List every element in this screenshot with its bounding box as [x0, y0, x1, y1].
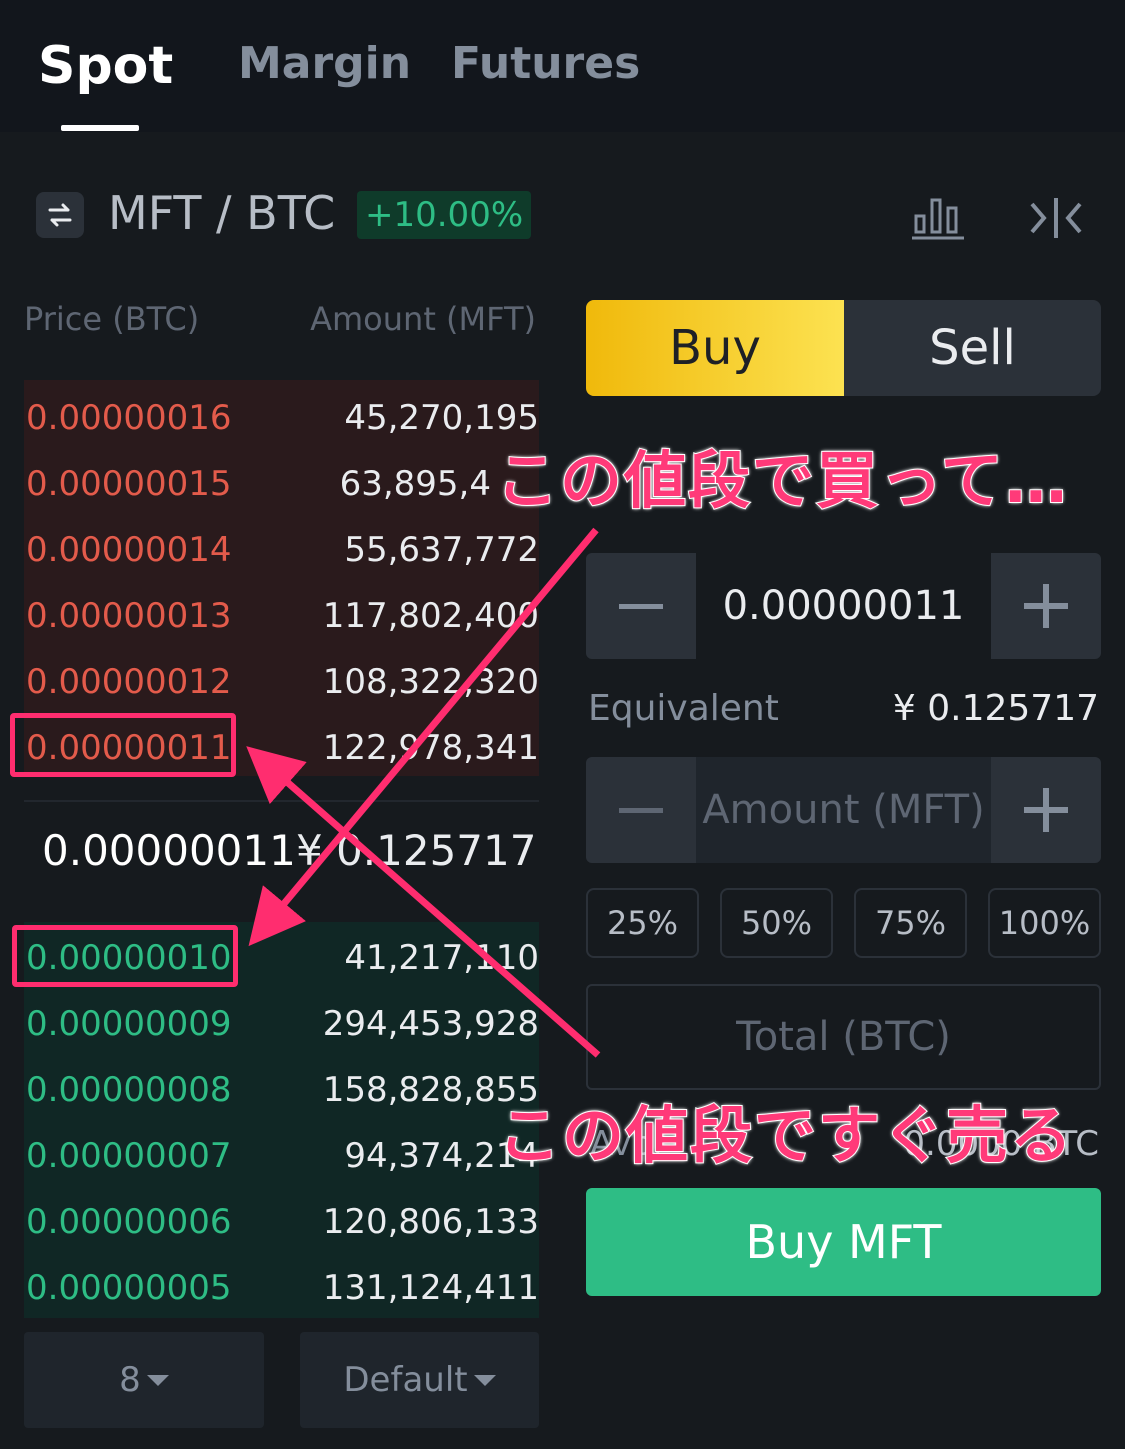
price-input[interactable]: 0.00000011: [696, 553, 991, 659]
bid-row[interactable]: 0.00000007 94,374,214: [24, 1122, 539, 1188]
amount-increment-button[interactable]: [991, 757, 1101, 863]
swap-icon: [48, 203, 72, 227]
price-decrement-button[interactable]: [586, 553, 696, 659]
mode-select[interactable]: Default: [300, 1332, 539, 1428]
ask-row[interactable]: 0.00000012 108,322,320: [24, 648, 539, 714]
percent-50-button[interactable]: 50%: [720, 888, 833, 958]
precision-value: 8: [119, 1360, 141, 1400]
last-price-fiat: ¥ 0.125717: [296, 826, 537, 875]
bid-price: 0.00000008: [26, 1070, 232, 1110]
ask-price: 0.00000014: [26, 530, 232, 570]
bid-amount: 120,806,133: [322, 1202, 539, 1242]
amount-input[interactable]: Amount (MFT): [696, 757, 991, 863]
trading-pair[interactable]: MFT / BTC: [108, 186, 335, 240]
buy-annotation: この値段で買って…: [495, 443, 1069, 518]
ask-price: 0.00000015: [26, 464, 232, 504]
ask-row[interactable]: 0.00000014 55,637,772: [24, 516, 539, 582]
caret-down-icon: [473, 1374, 496, 1386]
ask-amount: 117,802,400: [322, 596, 539, 636]
buy-tab[interactable]: Buy: [586, 300, 844, 396]
buy-mft-button[interactable]: Buy MFT: [586, 1188, 1101, 1296]
buy-sell-toggle: Buy Sell: [586, 300, 1101, 396]
bid-amount: 294,453,928: [322, 1004, 539, 1044]
ask-price: 0.00000013: [26, 596, 232, 636]
equivalent-label: Equivalent: [588, 688, 779, 729]
total-input[interactable]: Total (BTC): [586, 984, 1101, 1090]
highlight-bid-price: [12, 925, 238, 987]
plus-icon: [1024, 584, 1068, 628]
bid-price: 0.00000009: [26, 1004, 232, 1044]
mode-value: Default: [343, 1360, 468, 1400]
ask-row[interactable]: 0.00000015 63,895,4: [24, 450, 539, 516]
bid-row[interactable]: 0.00000008 158,828,855: [24, 1056, 539, 1122]
price-stepper: 0.00000011: [586, 553, 1101, 659]
ask-amount: 55,637,772: [344, 530, 539, 570]
bid-row[interactable]: 0.00000006 120,806,133: [24, 1188, 539, 1254]
sell-annotation: この値段ですぐ売る: [497, 1098, 1075, 1173]
ask-amount: 108,322,320: [322, 662, 539, 702]
ask-price: 0.00000012: [26, 662, 232, 702]
bid-amount: 41,217,110: [344, 938, 539, 978]
price-column-header: Price (BTC): [24, 300, 200, 338]
minus-icon: [619, 603, 663, 609]
minus-icon: [619, 807, 663, 813]
amount-stepper: Amount (MFT): [586, 757, 1101, 863]
equivalent-value: ¥ 0.125717: [892, 688, 1099, 729]
bid-amount: 131,124,411: [322, 1268, 539, 1308]
tab-margin[interactable]: Margin: [238, 38, 411, 89]
active-tab-indicator: [61, 125, 139, 131]
chart-icon[interactable]: [910, 194, 966, 242]
percent-25-button[interactable]: 25%: [586, 888, 699, 958]
last-price: 0.00000011: [42, 826, 296, 875]
amount-column-header: Amount (MFT): [310, 300, 536, 338]
tab-spot[interactable]: Spot: [38, 36, 173, 96]
ask-price: 0.00000016: [26, 398, 232, 438]
plus-icon: [1024, 788, 1068, 832]
swap-pair-button[interactable]: [36, 192, 84, 238]
bid-price: 0.00000006: [26, 1202, 232, 1242]
sell-tab[interactable]: Sell: [844, 300, 1101, 396]
collapse-icon[interactable]: [1028, 194, 1084, 242]
ask-row[interactable]: 0.00000013 117,802,400: [24, 582, 539, 648]
bid-price: 0.00000007: [26, 1136, 232, 1176]
highlight-ask-price: [10, 713, 236, 777]
tab-futures[interactable]: Futures: [451, 38, 640, 89]
price-change-badge: +10.00%: [357, 191, 532, 239]
bid-price: 0.00000005: [26, 1268, 232, 1308]
caret-down-icon: [146, 1374, 169, 1386]
ask-row[interactable]: 0.00000016 45,270,195: [24, 384, 539, 450]
ask-amount: 122,978,341: [322, 728, 539, 768]
amount-decrement-button[interactable]: [586, 757, 696, 863]
precision-select[interactable]: 8: [24, 1332, 264, 1428]
orderbook-divider: [24, 800, 539, 802]
percent-75-button[interactable]: 75%: [854, 888, 967, 958]
ask-amount: 63,895,4: [339, 464, 491, 504]
bid-row[interactable]: 0.00000009 294,453,928: [24, 990, 539, 1056]
price-increment-button[interactable]: [991, 553, 1101, 659]
percent-100-button[interactable]: 100%: [988, 888, 1101, 958]
bid-row[interactable]: 0.00000005 131,124,411: [24, 1254, 539, 1320]
